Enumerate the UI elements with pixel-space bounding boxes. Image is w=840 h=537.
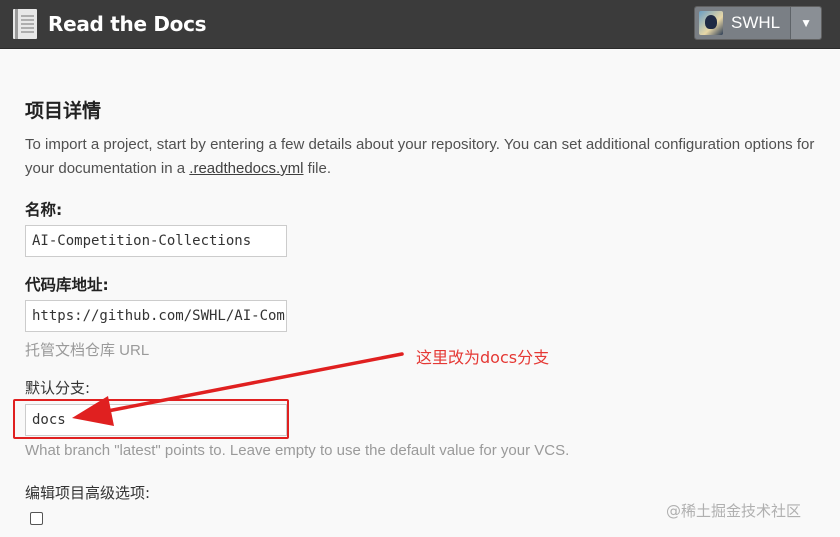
name-label: 名称: bbox=[25, 201, 63, 219]
default-branch-label: 默认分支: bbox=[25, 379, 91, 397]
intro-text-end: file. bbox=[303, 160, 332, 177]
advanced-options-checkbox[interactable] bbox=[30, 512, 43, 525]
repo-url-label: 代码库地址: bbox=[25, 276, 109, 294]
name-input[interactable]: AI-Competition-Collections bbox=[25, 225, 287, 257]
watermark: @稀土掘金技术社区 bbox=[666, 502, 802, 520]
top-navbar: Read the Docs SWHL ▼ bbox=[0, 0, 840, 49]
intro-text: To import a project, start by entering a… bbox=[25, 133, 815, 181]
avatar bbox=[699, 11, 723, 35]
advanced-options-label: 编辑项目高级选项: bbox=[25, 484, 151, 502]
brand-name: Read the Docs bbox=[48, 12, 207, 36]
user-menu[interactable]: SWHL ▼ bbox=[694, 6, 823, 40]
user-button[interactable]: SWHL bbox=[695, 7, 791, 39]
username: SWHL bbox=[731, 13, 781, 32]
brand-link[interactable]: Read the Docs bbox=[12, 7, 207, 41]
repo-url-input[interactable]: https://github.com/SWHL/AI-Competition-C… bbox=[25, 300, 287, 332]
intro-text-part: To import a project, start by entering a… bbox=[25, 136, 815, 177]
caret-down-icon: ▼ bbox=[800, 16, 813, 30]
repo-url-help: 托管文档仓库 URL bbox=[25, 342, 150, 359]
readthedocs-yml-link[interactable]: .readthedocs.yml bbox=[189, 160, 303, 177]
user-dropdown-button[interactable]: ▼ bbox=[790, 7, 822, 39]
annotation-text: 这里改为docs分支 bbox=[416, 348, 550, 367]
annotation-highlight-box bbox=[13, 399, 289, 439]
default-branch-help: What branch "latest" points to. Leave em… bbox=[25, 442, 570, 459]
book-logo-icon bbox=[13, 9, 37, 39]
page-title: 项目详情 bbox=[25, 100, 102, 122]
